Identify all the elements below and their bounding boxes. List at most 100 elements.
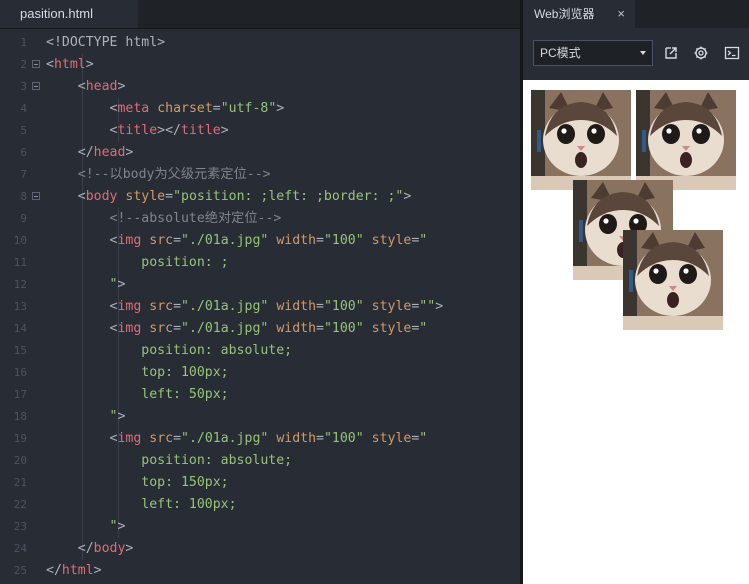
line-number: 19 (13, 432, 27, 445)
code-line[interactable]: 24 </body> (0, 538, 520, 560)
code-line[interactable]: 14 <img src="./01a.jpg" width="100" styl… (0, 318, 520, 340)
tab-pasition-html[interactable]: pasition.html (0, 0, 138, 28)
code-token: " (46, 277, 118, 292)
code-token: "utf-8" (220, 101, 277, 116)
code-token: width (276, 299, 317, 314)
code-line[interactable]: 21 top: 150px; (0, 472, 520, 494)
code-line[interactable]: 17 left: 50px; (0, 384, 520, 406)
line-number: 13 (13, 300, 27, 313)
code-token: style (371, 233, 412, 248)
code-line[interactable]: 16 top: 100px; (0, 362, 520, 384)
code-text: <img src="./01a.jpg" width="100" style=" (46, 428, 428, 450)
code-line[interactable]: 11 position: ; (0, 252, 520, 274)
fold-toggle-icon[interactable] (32, 82, 40, 90)
code-text: "> (46, 516, 126, 538)
code-token: <!DOCTYPE html> (46, 35, 166, 50)
code-line[interactable]: 9 <!--absolute绝对定位--> (0, 208, 520, 230)
close-icon[interactable]: × (617, 0, 625, 28)
code-token: "./01a.jpg" (181, 233, 269, 248)
code-token: < (46, 57, 54, 72)
line-number: 23 (13, 520, 27, 533)
code-text: <!DOCTYPE html> (46, 32, 165, 54)
code-token: = (165, 189, 174, 204)
fold-toggle-icon[interactable] (32, 192, 40, 200)
cat-image (636, 90, 736, 190)
code-token: </ (46, 541, 94, 556)
code-line[interactable]: 7 <!--以body为父级元素定位--> (0, 164, 520, 186)
chevron-down-icon (640, 51, 646, 55)
code-line[interactable]: 25 </html> (0, 560, 520, 582)
code-token: > (125, 145, 134, 160)
code-text: <!--absolute绝对定位--> (46, 208, 282, 230)
code-token: style (371, 299, 412, 314)
code-token: style (125, 189, 166, 204)
code-line[interactable]: 5 <title></title> (0, 120, 520, 142)
code-token: width (276, 431, 317, 446)
code-token: position: absolute; (46, 343, 293, 358)
code-token: img (117, 299, 142, 314)
code-token: = (316, 431, 324, 446)
code-line[interactable]: 20 position: absolute; (0, 450, 520, 472)
line-number: 6 (20, 146, 27, 159)
expand-icon[interactable] (663, 45, 679, 61)
mode-select[interactable]: PC模式 (533, 40, 653, 66)
code-token: > (117, 519, 126, 534)
code-text: position: ; (46, 252, 229, 274)
code-token: " (419, 431, 428, 446)
code-token: > (117, 79, 126, 94)
code-line[interactable]: 19 <img src="./01a.jpg" width="100" styl… (0, 428, 520, 450)
code-line[interactable]: 22 left: 100px; (0, 494, 520, 516)
code-line[interactable]: 8 <body style="position: ;left: ;border:… (0, 186, 520, 208)
code-token: ></ (157, 123, 181, 138)
code-editor[interactable]: pasition.html 1 <!DOCTYPE html> 2 <html> 3 <… (0, 0, 520, 584)
tab-web-browser[interactable]: Web浏览器 × (523, 0, 635, 28)
code-line[interactable]: 1 <!DOCTYPE html> (0, 32, 520, 54)
code-text: <head> (46, 76, 126, 98)
code-token: " (46, 519, 118, 534)
line-number: 7 (20, 168, 27, 181)
code-token: = (173, 233, 182, 248)
code-text: left: 50px; (46, 384, 228, 406)
code-area[interactable]: 1 <!DOCTYPE html> 2 <html> 3 <head> 4 <meta c… (0, 32, 520, 582)
code-token: charset (157, 101, 213, 116)
fold-toggle-icon[interactable] (32, 60, 40, 68)
code-line[interactable]: 15 position: absolute; (0, 340, 520, 362)
code-token: body (93, 541, 126, 556)
code-token: <!--absolute绝对定位--> (46, 211, 282, 226)
code-token: position: absolute; (46, 453, 293, 468)
code-token: src (149, 233, 174, 248)
code-token: > (220, 123, 229, 138)
code-text: top: 150px; (46, 472, 228, 494)
code-line[interactable]: 6 </head> (0, 142, 520, 164)
line-number: 4 (20, 102, 27, 115)
code-line[interactable]: 3 <head> (0, 76, 520, 98)
browser-toolbar: PC模式 (523, 28, 749, 80)
code-token: " (419, 233, 428, 248)
code-line[interactable]: 10 <img src="./01a.jpg" width="100" styl… (0, 230, 520, 252)
code-token: img (117, 431, 142, 446)
code-token: position: ; (46, 255, 229, 270)
code-line[interactable]: 18 "> (0, 406, 520, 428)
code-line[interactable]: 23 "> (0, 516, 520, 538)
cat-image (531, 90, 631, 190)
code-token: < (46, 431, 118, 446)
line-number: 11 (13, 256, 27, 269)
line-number: 21 (13, 476, 27, 489)
code-line[interactable]: 4 <meta charset="utf-8"> (0, 98, 520, 120)
gear-icon[interactable] (693, 45, 709, 61)
cat-image (623, 230, 723, 330)
code-line[interactable]: 12 "> (0, 274, 520, 296)
line-number: 14 (13, 322, 27, 335)
line-number: 1 (20, 36, 27, 49)
code-token: src (149, 299, 174, 314)
code-token: "./01a.jpg" (181, 321, 269, 336)
code-text: <title></title> (46, 120, 229, 142)
code-line[interactable]: 2 <html> (0, 54, 520, 76)
code-line[interactable]: 13 <img src="./01a.jpg" width="100" styl… (0, 296, 520, 318)
code-token: head (93, 145, 126, 160)
code-text: position: absolute; (46, 450, 292, 472)
code-token: > (93, 563, 102, 578)
browser-tab-bar: Web浏览器 × (523, 0, 749, 28)
console-icon[interactable] (724, 45, 740, 61)
